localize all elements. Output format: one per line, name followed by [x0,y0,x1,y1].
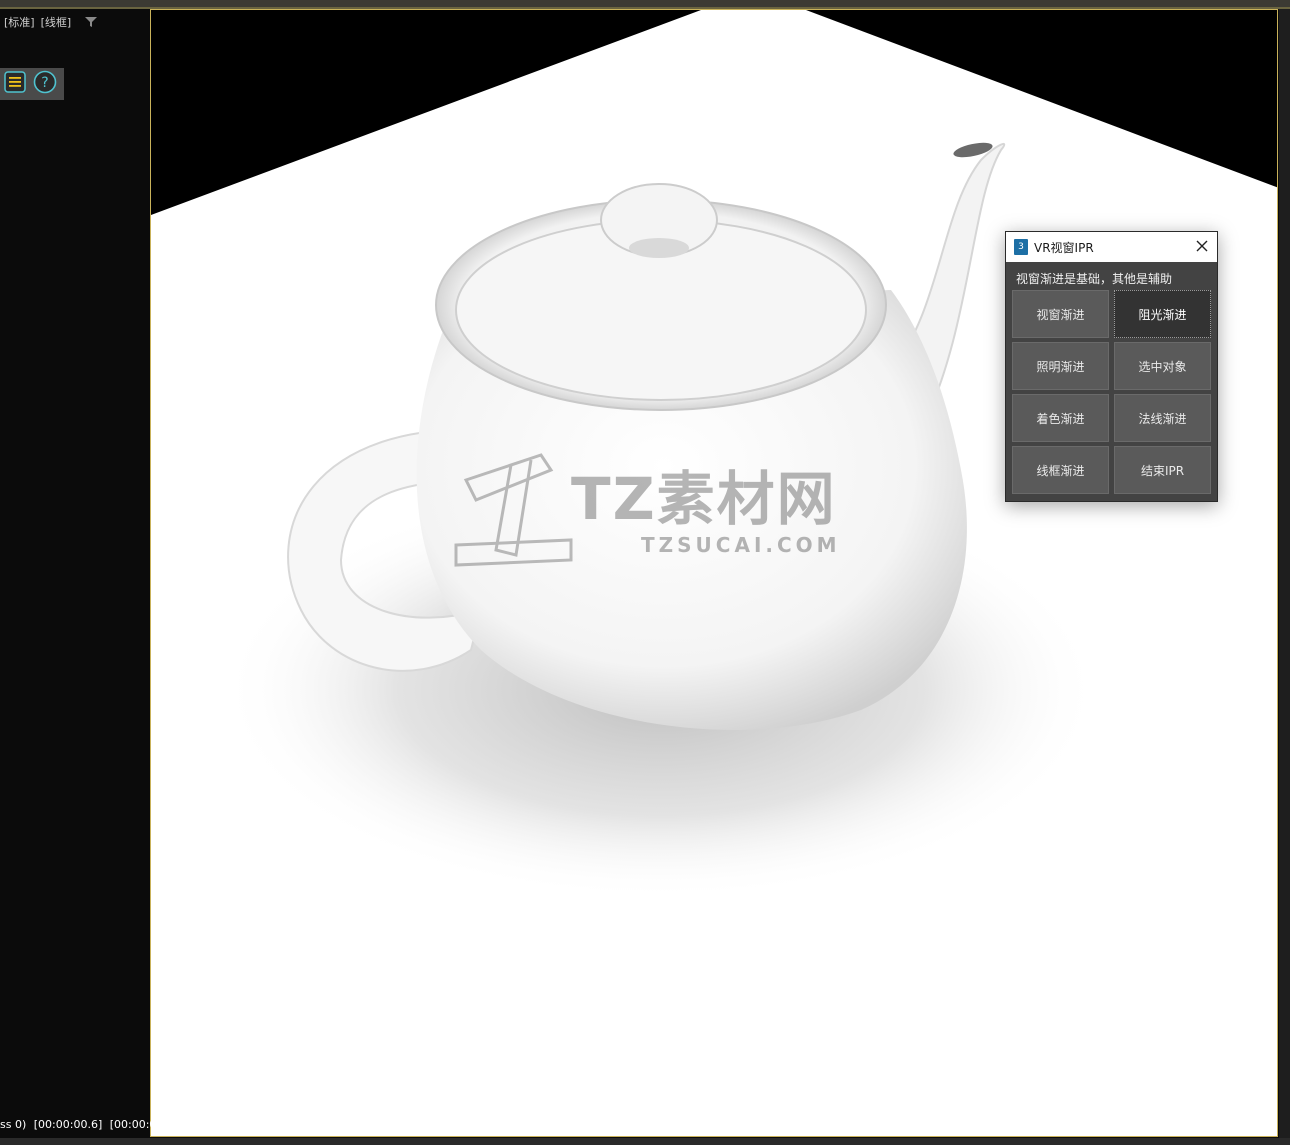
help-button[interactable]: ? [32,70,58,98]
dialog-titlebar[interactable]: 3 VR视窗IPR [1006,232,1217,262]
viewport-progressive-button[interactable]: 视窗渐进 [1012,290,1109,338]
viewport-label-wireframe[interactable]: [线框] [41,14,72,30]
background-right [806,10,1277,188]
render-status-bar: ss 0) [00:00:00.6] [00:00:00.0 est] (0.0… [0,1118,255,1131]
selected-object-button[interactable]: 选中对象 [1114,342,1211,390]
dialog-hint: 视窗渐进是基础，其他是辅助 [1016,272,1173,286]
right-strip [1279,9,1290,1145]
list-button[interactable] [2,71,28,97]
side-toolbar: ? [0,68,64,100]
bottom-strip [0,1138,1290,1145]
watermark-domain: TZSUCAI.COM [641,533,841,557]
ipr-button-grid: 视窗渐进 阻光渐进 照明渐进 选中对象 着色渐进 法线渐进 线框渐进 结束IPR [1006,290,1217,494]
viewport-label-standard[interactable]: [标准] [4,14,35,30]
normal-progressive-button[interactable]: 法线渐进 [1114,394,1211,442]
render-viewport[interactable]: TZ素材网 TZSUCAI.COM [150,9,1278,1137]
wireframe-progressive-button[interactable]: 线框渐进 [1012,446,1109,494]
list-icon [4,71,26,97]
viewport-labels: [标准] [线框] [4,14,98,30]
status-pass: ss 0) [0,1118,27,1131]
dialog-title: VR视窗IPR [1034,240,1094,255]
status-estimate: [00:00:00.0 est] [109,1118,199,1131]
filter-icon[interactable] [85,16,98,28]
status-elapsed: [00:00:00.6] [33,1118,103,1131]
shading-progressive-button[interactable]: 着色渐进 [1012,394,1109,442]
close-button[interactable] [1195,240,1209,254]
svg-text:?: ? [41,75,48,91]
vr-ipr-dialog: 3 VR视窗IPR 视窗渐进是基础，其他是辅助 视窗渐进 阻光渐进 照明渐进 选… [1005,231,1218,502]
end-ipr-button[interactable]: 结束IPR [1114,446,1211,494]
help-icon: ? [33,70,57,98]
occlusion-progressive-button[interactable]: 阻光渐进 [1114,290,1211,338]
app-logo-icon: 3 [1014,239,1028,255]
close-icon [1196,240,1208,255]
status-progress: (0.0%) [214,1118,251,1131]
render-image [151,10,1277,900]
background-left [151,10,701,215]
watermark-brand: TZ素材网 [571,465,837,533]
teapot-knob-base [629,238,689,258]
lighting-progressive-button[interactable]: 照明渐进 [1012,342,1109,390]
top-strip [0,0,1290,9]
